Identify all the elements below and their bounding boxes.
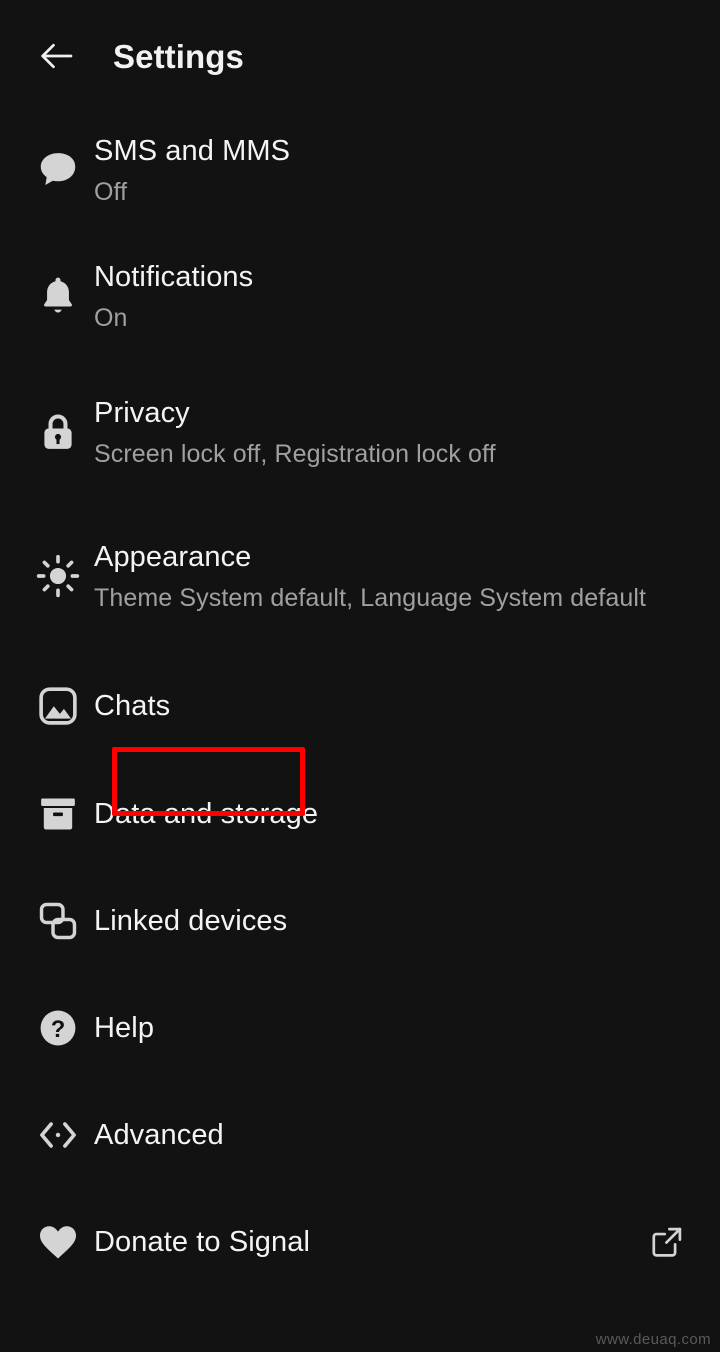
settings-item-text: Donate to Signal xyxy=(94,1222,720,1262)
lock-icon xyxy=(22,409,94,455)
settings-item-help[interactable]: ? Help xyxy=(0,974,720,1081)
question-mark-circle-icon: ? xyxy=(22,1005,94,1051)
settings-item-donate-to-signal[interactable]: Donate to Signal xyxy=(0,1188,720,1295)
settings-item-title: Linked devices xyxy=(94,904,288,937)
settings-item-title: Advanced xyxy=(94,1118,224,1151)
settings-item-notifications[interactable]: Notifications On xyxy=(0,228,720,364)
settings-item-text: SMS and MMS Off xyxy=(94,131,720,210)
linked-devices-icon xyxy=(22,898,94,944)
settings-item-advanced[interactable]: Advanced xyxy=(0,1081,720,1188)
watermark: www.deuaq.com xyxy=(595,1331,711,1348)
heart-icon xyxy=(22,1219,94,1265)
settings-item-sms-and-mms[interactable]: SMS and MMS Off xyxy=(0,112,720,228)
settings-item-appearance[interactable]: Appearance Theme System default, Languag… xyxy=(0,500,720,652)
settings-item-subtitle: Theme System default, Language System de… xyxy=(94,583,647,612)
settings-item-privacy[interactable]: Privacy Screen lock off, Registration lo… xyxy=(0,364,720,500)
settings-item-title: Appearance xyxy=(94,540,252,573)
settings-item-title: Donate to Signal xyxy=(94,1225,311,1258)
settings-item-text: Data and storage xyxy=(94,794,720,834)
settings-item-text: Privacy Screen lock off, Registration lo… xyxy=(94,393,720,472)
settings-item-subtitle: On xyxy=(94,303,128,332)
settings-list: SMS and MMS Off Notifications On Privacy… xyxy=(0,112,720,1295)
settings-item-title: SMS and MMS xyxy=(94,134,291,167)
settings-item-title: Help xyxy=(94,1011,155,1044)
page-title: Settings xyxy=(113,37,244,75)
chat-bubble-icon xyxy=(22,147,94,193)
settings-item-text: Linked devices xyxy=(94,901,720,941)
image-icon xyxy=(22,683,94,729)
settings-item-text: Notifications On xyxy=(94,257,720,336)
settings-item-title: Privacy xyxy=(94,396,190,429)
settings-screen: Settings SMS and MMS Off Notifications O… xyxy=(0,0,720,1352)
settings-item-subtitle: Screen lock off, Registration lock off xyxy=(94,439,496,468)
external-link-icon[interactable] xyxy=(644,1219,690,1265)
settings-item-text: Advanced xyxy=(94,1115,720,1155)
back-button[interactable] xyxy=(28,28,84,84)
settings-item-data-and-storage[interactable]: Data and storage xyxy=(0,760,720,867)
app-bar: Settings xyxy=(0,0,720,112)
settings-item-text: Appearance Theme System default, Languag… xyxy=(94,537,720,616)
settings-item-chats[interactable]: Chats xyxy=(0,652,720,760)
settings-item-title: Notifications xyxy=(94,260,254,293)
settings-item-text: Help xyxy=(94,1008,720,1048)
sun-icon xyxy=(22,553,94,599)
settings-item-title: Chats xyxy=(94,690,171,722)
settings-item-title: Data and storage xyxy=(94,797,319,830)
bell-icon xyxy=(22,273,94,319)
settings-item-linked-devices[interactable]: Linked devices xyxy=(0,867,720,974)
svg-text:?: ? xyxy=(51,1016,66,1043)
code-brackets-icon xyxy=(22,1112,94,1158)
archive-box-icon xyxy=(22,791,94,837)
settings-item-text: Chats xyxy=(94,686,720,726)
arrow-left-icon xyxy=(36,36,76,76)
settings-item-subtitle: Off xyxy=(94,177,128,206)
